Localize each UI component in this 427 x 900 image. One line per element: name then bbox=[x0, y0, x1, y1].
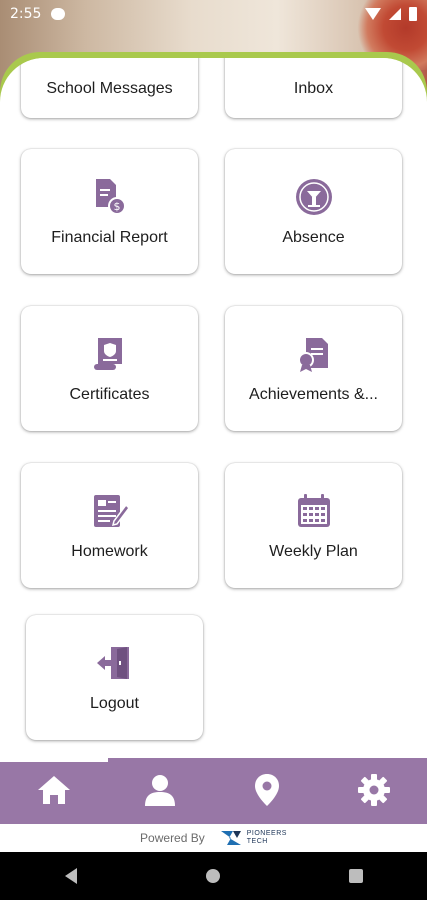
tile-homework[interactable]: Homework bbox=[21, 463, 198, 588]
tile-financial-report[interactable]: $ Financial Report bbox=[21, 149, 198, 274]
tile-weekly-plan[interactable]: Weekly Plan bbox=[225, 463, 402, 588]
brand-subname: TECH bbox=[246, 838, 268, 845]
nav-settings[interactable] bbox=[354, 770, 394, 810]
wifi-icon bbox=[365, 8, 381, 20]
status-time: 2:55 bbox=[10, 6, 42, 22]
tile-label: Logout bbox=[90, 694, 139, 712]
menu-panel: School Messages Inbox $ Financial Report… bbox=[0, 58, 427, 758]
settings-gear-icon bbox=[358, 774, 390, 806]
tile-label: Homework bbox=[71, 542, 148, 560]
tile-certificates[interactable]: Certificates bbox=[21, 306, 198, 431]
tile-school-messages[interactable]: School Messages bbox=[21, 58, 198, 118]
bottom-navigation bbox=[0, 758, 427, 824]
invoice-dollar-icon: $ bbox=[95, 178, 126, 215]
award-document-icon bbox=[297, 337, 328, 372]
nav-home[interactable] bbox=[34, 770, 74, 810]
nav-profile[interactable] bbox=[140, 770, 180, 810]
system-back-icon[interactable] bbox=[64, 868, 77, 884]
signal-icon bbox=[389, 8, 401, 20]
powered-by-text: Powered By bbox=[140, 831, 205, 845]
tile-label: Financial Report bbox=[51, 228, 168, 246]
system-navigation-bar bbox=[0, 852, 427, 900]
homework-icon bbox=[93, 494, 130, 527]
brand-logo-icon bbox=[220, 831, 241, 845]
brand-name: PIONEERS bbox=[246, 830, 287, 837]
status-bar: 2:55 bbox=[0, 0, 427, 28]
logout-door-icon bbox=[96, 646, 129, 679]
location-pin-icon bbox=[255, 774, 279, 806]
nav-notch bbox=[0, 758, 108, 762]
brand-logo[interactable]: PIONEERS TECH bbox=[219, 829, 287, 847]
tile-label: Absence bbox=[282, 228, 345, 246]
system-home-icon[interactable] bbox=[205, 869, 220, 883]
certificate-scroll-icon bbox=[93, 337, 122, 370]
calendar-icon bbox=[297, 493, 330, 527]
nav-location[interactable] bbox=[247, 770, 287, 810]
profile-icon bbox=[145, 775, 175, 806]
battery-icon bbox=[409, 7, 417, 21]
tile-absence[interactable]: Absence bbox=[225, 149, 402, 274]
tile-achievements[interactable]: Achievements &... bbox=[225, 306, 402, 431]
tile-inbox[interactable]: Inbox bbox=[225, 58, 402, 118]
message-icon bbox=[51, 8, 66, 20]
tile-label: Achievements &... bbox=[249, 385, 378, 403]
tile-label: Weekly Plan bbox=[269, 542, 358, 560]
home-icon bbox=[38, 776, 70, 804]
tile-label: Certificates bbox=[69, 385, 150, 403]
svg-text:$: $ bbox=[113, 200, 120, 213]
tile-label: Inbox bbox=[293, 80, 334, 97]
system-recents-icon[interactable] bbox=[348, 869, 363, 883]
powered-by-footer: Powered By PIONEERS TECH bbox=[0, 824, 427, 852]
tile-label: School Messages bbox=[46, 80, 173, 97]
tile-logout[interactable]: Logout bbox=[26, 615, 203, 740]
absence-icon bbox=[295, 178, 332, 215]
